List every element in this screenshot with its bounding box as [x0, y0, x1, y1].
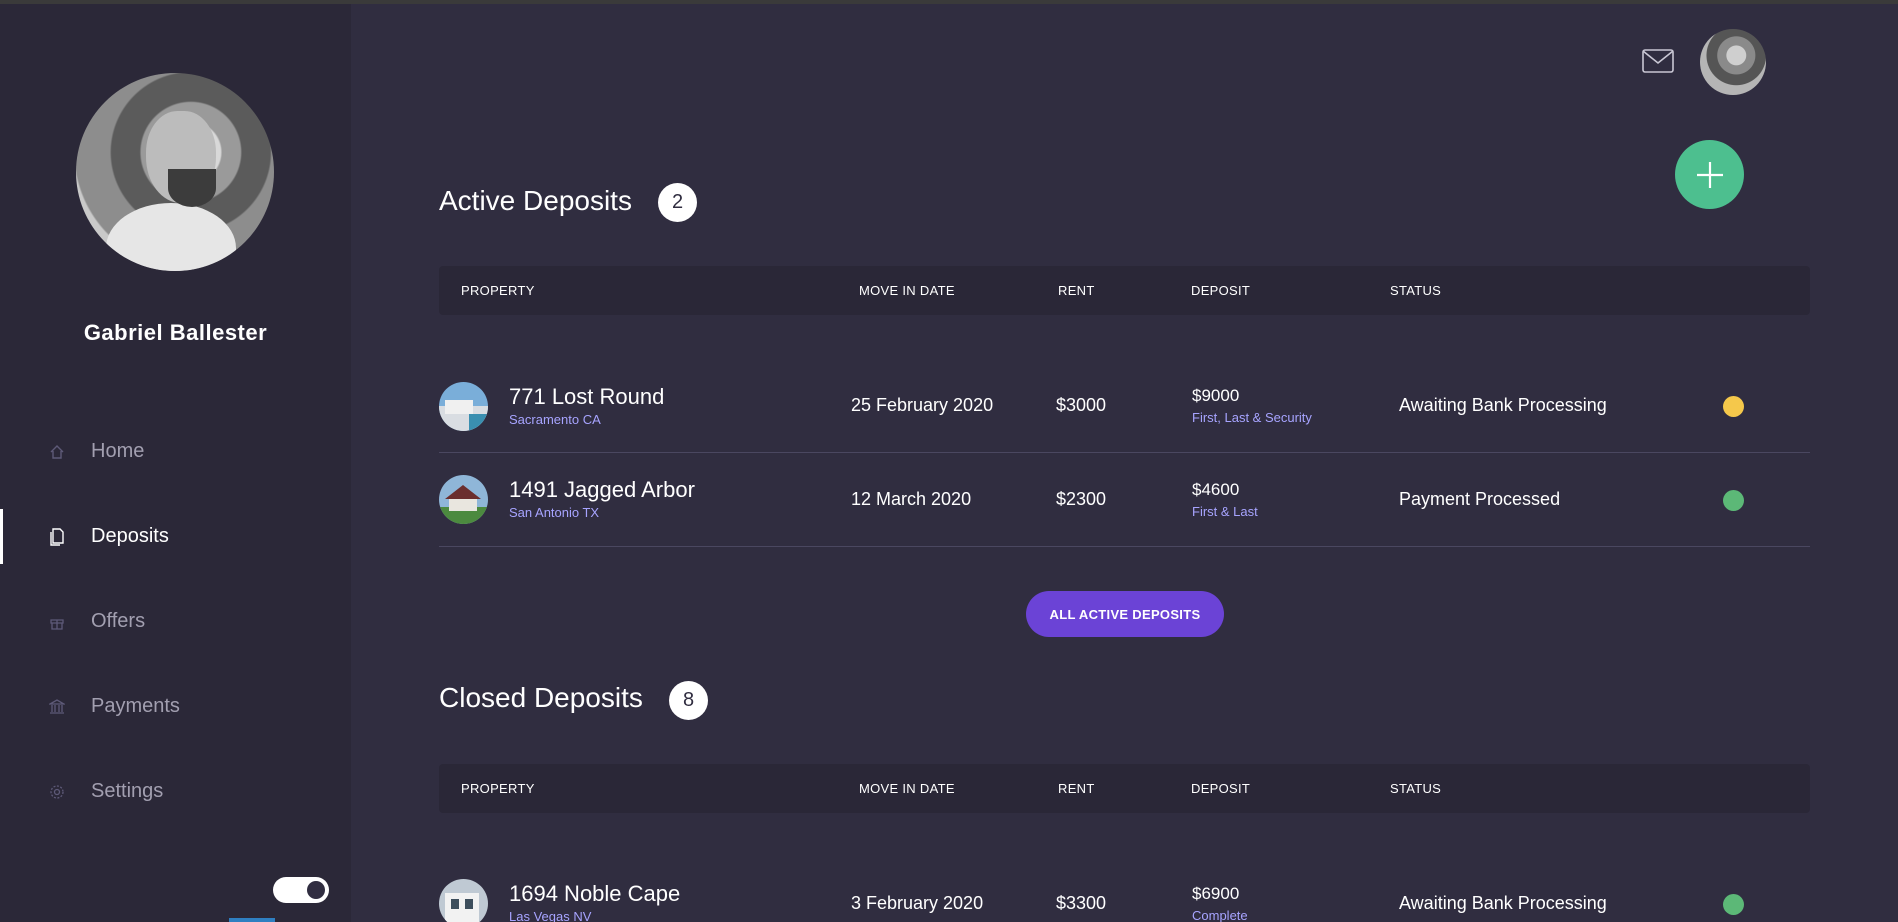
status-indicator [1723, 490, 1744, 511]
add-deposit-button[interactable] [1675, 140, 1744, 209]
property-name: 1694 Noble Cape [509, 881, 681, 906]
sidebar-item-label: Payments [91, 695, 180, 717]
col-deposit: DEPOSIT [1191, 283, 1251, 298]
table-row[interactable]: 771 Lost Round Sacramento CA 25 February… [439, 359, 1810, 453]
status-text: Awaiting Bank Processing [1399, 893, 1607, 913]
bank-icon [48, 698, 66, 716]
closed-table-header: PROPERTY MOVE IN DATE RENT DEPOSIT STATU… [439, 764, 1810, 813]
property-thumbnail [439, 382, 488, 431]
home-icon [48, 443, 66, 461]
sidebar-item-offers[interactable]: Offers [0, 579, 351, 664]
col-property: PROPERTY [461, 283, 535, 298]
sidebar-item-home[interactable]: Home [0, 409, 351, 494]
col-rent: RENT [1058, 283, 1095, 298]
table-row[interactable]: 1694 Noble Cape Las Vegas NV 3 February … [439, 857, 1810, 922]
avatar[interactable] [1700, 29, 1766, 95]
document-icon [48, 527, 66, 546]
deposit-amount: $6900 [1192, 884, 1240, 903]
active-table-header: PROPERTY MOVE IN DATE RENT DEPOSIT STATU… [439, 266, 1810, 315]
active-count-badge: 2 [658, 183, 697, 222]
col-status: STATUS [1390, 781, 1442, 796]
rent-value: $2300 [1056, 489, 1107, 509]
status-indicator [1723, 894, 1744, 915]
property-name: 1491 Jagged Arbor [509, 477, 695, 502]
rent-value: $3300 [1056, 893, 1107, 913]
col-move-in: MOVE IN DATE [859, 781, 955, 796]
col-property: PROPERTY [461, 781, 535, 796]
deposit-note: Complete [1192, 908, 1248, 922]
sidebar-item-label: Home [91, 440, 145, 462]
move-in-date: 12 March 2020 [851, 489, 972, 509]
status-text: Awaiting Bank Processing [1399, 395, 1607, 415]
deposit-note: First & Last [1192, 504, 1258, 519]
profile-photo [76, 73, 274, 271]
profile-name: Gabriel Ballester [83, 320, 268, 345]
status-indicator [1723, 396, 1744, 417]
all-active-deposits-button[interactable]: ALL ACTIVE DEPOSITS [1026, 591, 1224, 637]
sidebar-item-label: Settings [91, 780, 164, 802]
plus-icon [1696, 161, 1723, 188]
col-deposit: DEPOSIT [1191, 781, 1251, 796]
col-status: STATUS [1390, 283, 1442, 298]
col-rent: RENT [1058, 781, 1095, 796]
mail-icon[interactable] [1642, 49, 1674, 73]
property-thumbnail [439, 475, 488, 524]
col-move-in: MOVE IN DATE [859, 283, 955, 298]
sidebar-item-deposits[interactable]: Deposits [0, 494, 351, 579]
property-city: Las Vegas NV [509, 909, 592, 922]
status-text: Payment Processed [1399, 489, 1561, 509]
active-deposits-title: Active Deposits [439, 185, 632, 216]
sidebar: Gabriel Ballester Home Deposits Offers P… [0, 4, 351, 922]
sidebar-nav: Home Deposits Offers Payments Settings [0, 409, 351, 834]
sidebar-item-settings[interactable]: Settings [0, 749, 351, 834]
rent-value: $3000 [1056, 395, 1107, 415]
move-in-date: 25 February 2020 [851, 395, 994, 415]
property-thumbnail [439, 879, 488, 922]
gear-icon [48, 783, 66, 801]
toggle-knob [307, 881, 325, 899]
deposit-amount: $9000 [1192, 386, 1240, 405]
gift-icon [48, 613, 66, 631]
sidebar-item-label: Offers [91, 610, 146, 632]
property-name: 771 Lost Round [509, 384, 665, 409]
property-city: Sacramento CA [509, 412, 601, 427]
theme-toggle[interactable] [273, 877, 329, 903]
closed-count-badge: 8 [669, 681, 708, 720]
property-city: San Antonio TX [509, 505, 600, 520]
deposit-amount: $4600 [1192, 480, 1240, 499]
sidebar-item-label: Deposits [91, 525, 169, 547]
move-in-date: 3 February 2020 [851, 893, 984, 913]
bottom-accent-bar [229, 918, 275, 922]
table-row[interactable]: 1491 Jagged Arbor San Antonio TX 12 Marc… [439, 453, 1810, 547]
sidebar-item-payments[interactable]: Payments [0, 664, 351, 749]
deposit-note: First, Last & Security [1192, 410, 1312, 425]
closed-deposits-title: Closed Deposits [439, 682, 643, 713]
